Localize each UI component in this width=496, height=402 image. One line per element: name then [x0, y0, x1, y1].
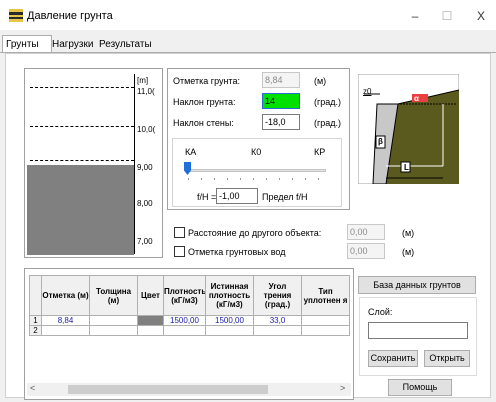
water-label: Отметка грунтовых вод — [188, 247, 286, 257]
distance-label: Расстояние до другого объекта: — [188, 228, 322, 238]
cell-density[interactable]: 1500,00 — [163, 315, 206, 326]
soil-layers-table: Отметка (м) Толщина (м) Цвет Плотность (… — [29, 275, 350, 336]
help-button[interactable]: Помощь — [388, 379, 452, 396]
ground-slope-label: Наклон грунта: — [173, 97, 236, 107]
window-title: Давление грунта — [27, 10, 113, 22]
profile-tick: 9,00 — [137, 163, 153, 172]
slider-label-kp: КР — [314, 147, 326, 157]
cell-mark[interactable] — [41, 325, 90, 336]
row-number: 1 — [29, 315, 42, 326]
close-button[interactable]: X — [466, 6, 496, 26]
cell-compaction-type[interactable] — [301, 325, 350, 336]
table-row[interactable]: 2 — [29, 325, 350, 336]
table-header-mark: Отметка (м) — [41, 275, 90, 316]
open-button[interactable]: Открыть — [424, 350, 470, 367]
table-header-friction-angle: Угол трения (град.) — [253, 275, 302, 316]
distance-input[interactable] — [347, 224, 385, 240]
ground-slope-input[interactable] — [262, 93, 300, 109]
level-line — [30, 160, 134, 161]
soil-fill — [27, 165, 134, 255]
slider-label-k0: К0 — [251, 147, 262, 157]
water-unit: (м) — [402, 247, 415, 257]
table-header-thickness: Толщина (м) — [89, 275, 138, 316]
distance-checkbox[interactable] — [174, 227, 185, 238]
ground-mark-unit: (м) — [314, 76, 327, 86]
cell-compaction-type[interactable] — [301, 315, 350, 326]
wall-slope-unit: (град.) — [314, 118, 342, 128]
distance-unit: (м) — [402, 228, 415, 238]
minimize-button[interactable]: – — [400, 6, 430, 26]
profile-tick: 8,00 — [137, 199, 153, 208]
soil-database-button[interactable]: База данных грунтов — [358, 276, 476, 294]
table-row[interactable]: 1 8,84 1500,00 1500,00 33,0 — [29, 315, 350, 326]
tab-loads[interactable]: Нагрузки — [52, 39, 93, 50]
diagram-alpha-label: α — [414, 94, 419, 103]
slider-ticks — [188, 178, 328, 180]
cell-thickness[interactable] — [89, 315, 138, 326]
tab-soils[interactable]: Грунты — [6, 39, 39, 50]
slider-track[interactable] — [188, 169, 326, 172]
cell-mark[interactable]: 8,84 — [41, 315, 90, 326]
profile-tick: 7,00 — [137, 237, 153, 246]
wall-slope-label: Наклон стены: — [173, 118, 234, 128]
cell-friction-angle[interactable]: 33,0 — [253, 315, 302, 326]
diagram-z0-label: z0 — [363, 87, 372, 96]
fh-input[interactable] — [216, 188, 258, 204]
table-header-density: Плотность (кГ/м3) — [163, 275, 206, 316]
cell-density[interactable] — [163, 325, 206, 336]
cell-friction-angle[interactable] — [253, 325, 302, 336]
water-checkbox[interactable] — [174, 246, 185, 257]
table-header-true-density: Истинная плотность (кГ/м3) — [205, 275, 254, 316]
profile-unit: [m] — [137, 76, 149, 85]
ground-mark-input[interactable] — [262, 72, 300, 88]
scroll-right-icon[interactable]: > — [340, 383, 345, 393]
scrollbar-thumb[interactable] — [68, 385, 268, 394]
diagram-beta-label: β — [378, 137, 383, 146]
fh-limit-label: Предел f/H — [262, 192, 308, 202]
profile-axis — [134, 74, 135, 254]
water-input[interactable] — [347, 243, 385, 259]
layer-label: Слой: — [368, 307, 393, 317]
slider-label-ka: КА — [185, 147, 197, 157]
maximize-button[interactable]: ☐ — [432, 6, 462, 26]
profile-tick: 10,0( — [137, 125, 156, 134]
diagram-l-label: L — [404, 163, 409, 172]
cell-color-swatch[interactable] — [137, 325, 164, 336]
cell-true-density[interactable]: 1500,00 — [205, 315, 254, 326]
save-button[interactable]: Сохранить — [368, 350, 418, 367]
table-header-compaction-type: Тип уплотнен я — [301, 275, 350, 316]
fh-label: f/H = — [197, 192, 217, 202]
tab-results[interactable]: Результаты — [99, 39, 152, 50]
table-header-corner — [29, 275, 42, 316]
level-line — [30, 126, 134, 127]
scroll-left-icon[interactable]: < — [30, 383, 35, 393]
cell-thickness[interactable] — [89, 325, 138, 336]
level-line — [30, 87, 134, 88]
row-number: 2 — [29, 325, 42, 336]
cell-color-swatch[interactable] — [137, 315, 164, 326]
layer-input[interactable] — [368, 322, 468, 339]
app-icon — [9, 9, 23, 22]
cell-true-density[interactable] — [205, 325, 254, 336]
ground-mark-label: Отметка грунта: — [173, 76, 240, 86]
profile-tick: 11,0( — [137, 87, 155, 96]
table-header-color: Цвет — [137, 275, 164, 316]
ground-slope-unit: (град.) — [314, 97, 342, 107]
wall-slope-input[interactable] — [262, 114, 300, 130]
window: Давление грунта – ☐ X Грунты Нагрузки Ре… — [0, 0, 496, 402]
